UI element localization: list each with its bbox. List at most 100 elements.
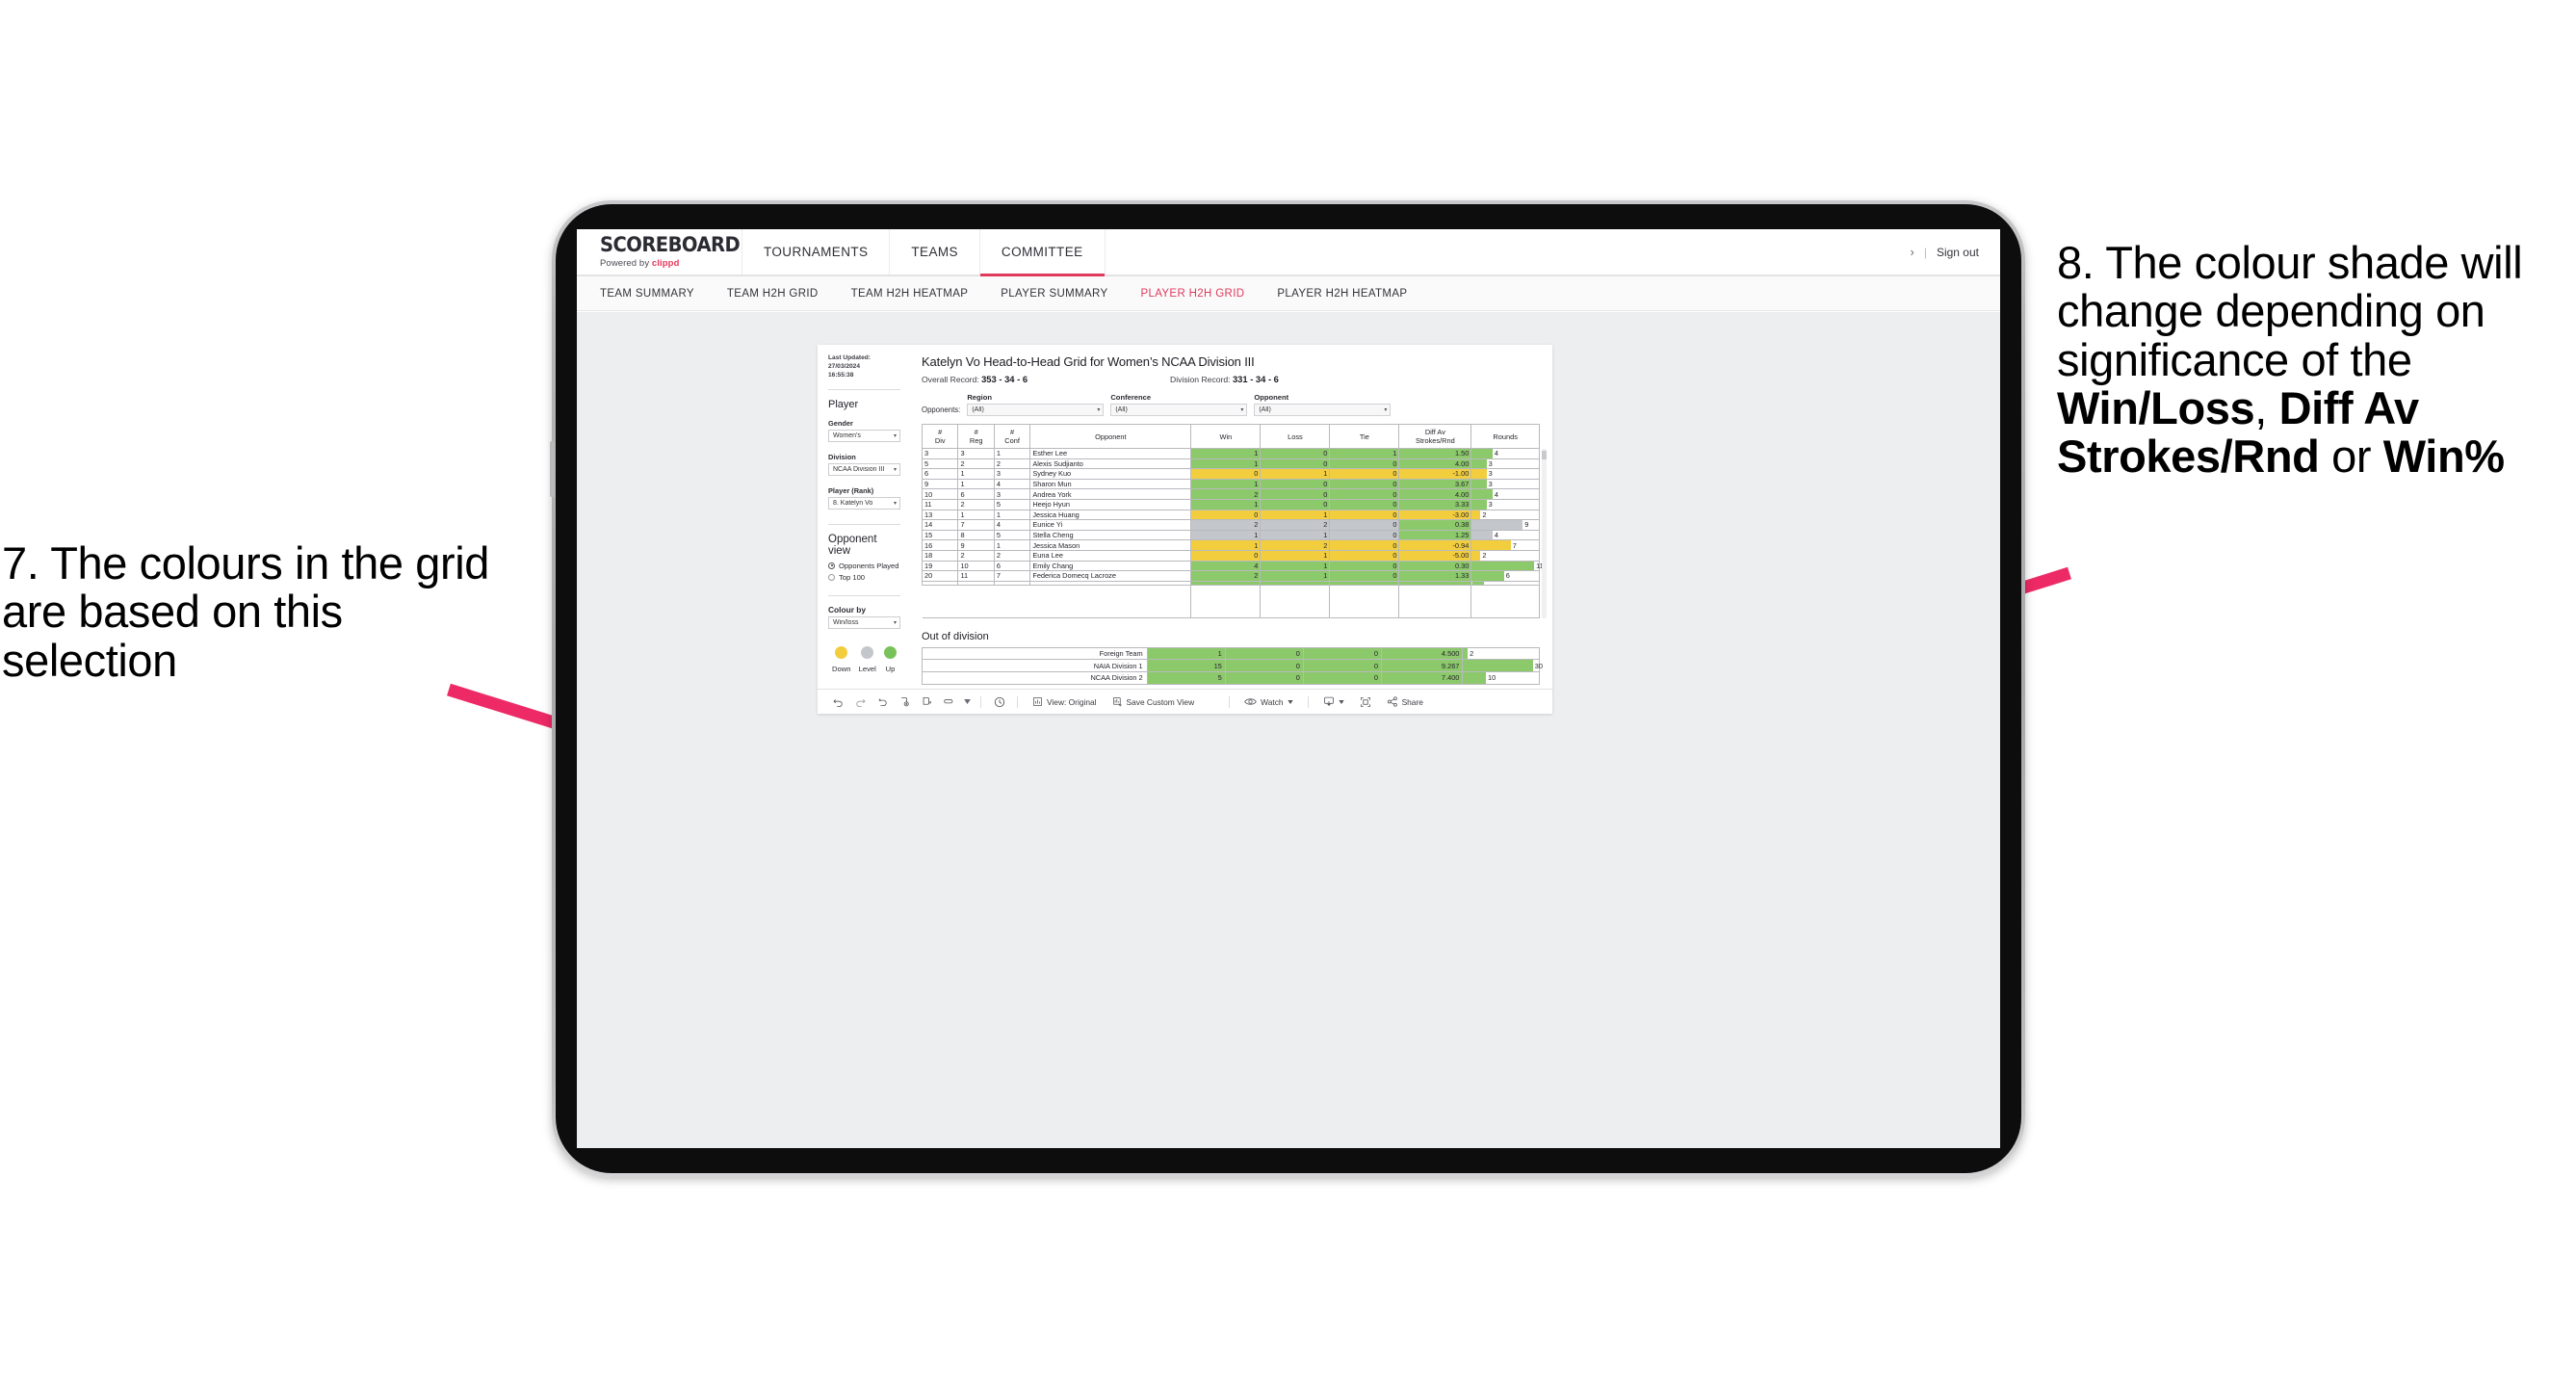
watch-button[interactable]: Watch	[1236, 696, 1300, 707]
grid-cell-rounds[interactable]: 4	[1470, 529, 1540, 541]
grid-cell-tie[interactable]: 0	[1329, 560, 1400, 572]
grid-cell-rounds[interactable]: 9	[1470, 519, 1540, 531]
out-of-division-row[interactable]: NAIA Division 1 15 0 0 9.267 30	[922, 659, 1543, 672]
grid-cell-win[interactable]: 1	[1190, 448, 1262, 459]
grid-cell-conf[interactable]: 2	[993, 458, 1031, 470]
top-nav-item-committee[interactable]: COMMITTEE	[979, 229, 1106, 276]
grid-cell-conf[interactable]: 1	[993, 539, 1031, 551]
grid-cell-conf[interactable]: 5	[993, 498, 1031, 510]
revert-icon[interactable]	[872, 696, 894, 707]
grid-cell-reg[interactable]: 3	[957, 448, 995, 459]
grid-cell-rounds[interactable]: 3	[1470, 478, 1540, 490]
grid-cell-div[interactable]: 19	[921, 560, 959, 572]
save-custom-view-button[interactable]: Save Custom View	[1105, 696, 1203, 707]
ood-cell-tie[interactable]: 0	[1302, 646, 1383, 661]
grid-row[interactable]: 19 10 6 Emily Chang 4 1 0 0.30 11	[921, 560, 1544, 572]
grid-cell-reg[interactable]: 2	[957, 458, 995, 470]
grid-cell-div[interactable]: 16	[921, 539, 959, 551]
grid-cell-tie[interactable]: 1	[1329, 448, 1400, 459]
sign-out-link[interactable]: Sign out	[1937, 246, 1979, 259]
grid-cell-div[interactable]: 18	[921, 549, 959, 562]
grid-cell-loss[interactable]: 0	[1260, 498, 1331, 510]
grid-cell-div[interactable]: 3	[921, 448, 959, 459]
grid-cell-loss[interactable]: 1	[1260, 570, 1331, 582]
filter-icon[interactable]	[938, 696, 960, 707]
grid-cell-conf[interactable]: 6	[993, 560, 1031, 572]
grid-row[interactable]: 5 2 2 Alexis Sudjianto 1 0 0 4.00 3	[921, 458, 1540, 470]
filter-select-player-rank[interactable]: 8. Katelyn Vo ▾	[828, 496, 900, 510]
grid-cell-diff-av-strokes[interactable]: 1.25	[1398, 529, 1472, 541]
grid-cell-conf[interactable]: 2	[993, 549, 1031, 562]
grid-cell-div[interactable]: 20	[921, 570, 959, 582]
brand-logo[interactable]: SCOREBOARD Powered by clippd	[577, 229, 742, 275]
grid-scrollbar[interactable]	[1542, 449, 1547, 618]
ood-cell-diff[interactable]: 4.500	[1381, 646, 1464, 661]
sub-nav-item-team-h2h-heatmap[interactable]: TEAM H2H HEATMAP	[851, 288, 969, 300]
grid-cell-diff-av-strokes[interactable]: 4.00	[1398, 458, 1472, 470]
grid-cell-win[interactable]: 1	[1190, 458, 1262, 470]
grid-cell-opponent[interactable]: Jessica Huang	[1029, 509, 1192, 521]
view-original-button[interactable]: View: Original	[1025, 696, 1105, 707]
refresh-icon[interactable]	[894, 696, 916, 707]
grid-header-rounds[interactable]: Rounds	[1470, 424, 1540, 449]
ood-cell-loss[interactable]: 0	[1224, 659, 1304, 672]
grid-cell-loss[interactable]: 0	[1260, 488, 1331, 500]
grid-cell-rounds[interactable]: 4	[1470, 488, 1540, 500]
ood-cell-rounds[interactable]: 30	[1462, 659, 1543, 672]
grid-cell-loss[interactable]: 1	[1260, 509, 1331, 521]
grid-cell-reg[interactable]: 7	[957, 519, 995, 531]
grid-cell-conf[interactable]: 1	[993, 509, 1031, 521]
grid-cell-win[interactable]: 1	[1190, 529, 1262, 541]
fullscreen-button[interactable]	[1352, 696, 1379, 708]
grid-cell-conf[interactable]: 4	[993, 478, 1031, 490]
ood-cell-win[interactable]: 5	[1146, 670, 1226, 685]
grid-cell-reg[interactable]: 1	[957, 509, 995, 521]
filter-select-region[interactable]: (All) ▾	[967, 404, 1105, 416]
grid-row[interactable]: 14 7 4 Eunice Yi 2 2 0 0.38 9	[921, 519, 1540, 531]
grid-cell-diff-av-strokes[interactable]: 4.00	[1398, 488, 1472, 500]
grid-cell-tie[interactable]: 0	[1329, 458, 1400, 470]
grid-cell-div[interactable]: 13	[921, 509, 959, 521]
grid-cell-diff-av-strokes[interactable]: -0.94	[1398, 539, 1472, 551]
grid-row[interactable]: 15 8 5 Stella Cheng 1 1 0 1.25 4	[921, 529, 1540, 541]
sub-nav-item-team-summary[interactable]: TEAM SUMMARY	[600, 288, 694, 300]
grid-cell-loss[interactable]: 0	[1260, 448, 1331, 459]
grid-cell-reg[interactable]: 1	[957, 468, 995, 480]
grid-cell-win[interactable]: 2	[1190, 570, 1262, 582]
grid-cell-win[interactable]: 0	[1190, 468, 1262, 480]
grid-header-conf[interactable]: # Conf	[993, 424, 1031, 449]
filter-select-colour-by[interactable]: Win/loss ▾	[828, 615, 900, 629]
grid-cell-conf[interactable]: 4	[993, 519, 1031, 531]
grid-cell-rounds[interactable]: 7	[1470, 539, 1540, 551]
grid-cell-conf[interactable]: 7	[993, 570, 1031, 582]
grid-header-tie[interactable]: Tie	[1329, 424, 1400, 449]
grid-header-diff-av-strokes[interactable]: Diff Av Strokes/Rnd	[1398, 424, 1472, 449]
grid-cell-opponent[interactable]: Heejo Hyun	[1029, 498, 1192, 510]
undo-icon[interactable]	[827, 696, 849, 707]
grid-cell-diff-av-strokes[interactable]: 3.33	[1398, 498, 1472, 510]
grid-cell-rounds[interactable]: 3	[1470, 458, 1540, 470]
grid-cell-win[interactable]: 0	[1190, 549, 1262, 562]
redo-icon[interactable]	[849, 696, 872, 707]
grid-row[interactable]: 18 2 2 Euna Lee 0 1 0 -5.00 2	[921, 549, 1540, 562]
grid-cell-conf[interactable]: 5	[993, 529, 1031, 541]
ood-cell-loss[interactable]: 0	[1224, 646, 1304, 661]
grid-cell-loss[interactable]: 1	[1260, 529, 1331, 541]
radio-opponents-played[interactable]: Opponents Played	[828, 562, 900, 570]
sub-nav-item-player-h2h-heatmap[interactable]: PLAYER H2H HEATMAP	[1277, 288, 1407, 300]
share-button[interactable]: Share	[1379, 696, 1431, 707]
grid-row[interactable]: 16 9 1 Jessica Mason 1 2 0 -0.94 7	[921, 539, 1540, 551]
out-of-division-row[interactable]: NCAA Division 2 5 0 0 7.400 10	[922, 670, 1540, 685]
grid-cell-tie[interactable]: 0	[1329, 570, 1400, 582]
grid-cell-loss[interactable]: 0	[1260, 478, 1331, 490]
radio-top-100[interactable]: Top 100	[828, 573, 900, 582]
grid-cell-rounds[interactable]: 3	[1470, 468, 1540, 480]
grid-cell-loss[interactable]: 2	[1260, 519, 1331, 531]
grid-cell-loss[interactable]: 1	[1260, 468, 1331, 480]
sub-nav-item-player-h2h-grid[interactable]: PLAYER H2H GRID	[1140, 288, 1244, 300]
ood-cell-name[interactable]: Foreign Team	[922, 646, 1148, 661]
grid-cell-loss[interactable]: 2	[1260, 539, 1331, 551]
grid-cell-win[interactable]: 1	[1190, 539, 1262, 551]
filter-select-gender[interactable]: Women’s ▾	[828, 429, 900, 442]
grid-cell-tie[interactable]: 0	[1329, 468, 1400, 480]
